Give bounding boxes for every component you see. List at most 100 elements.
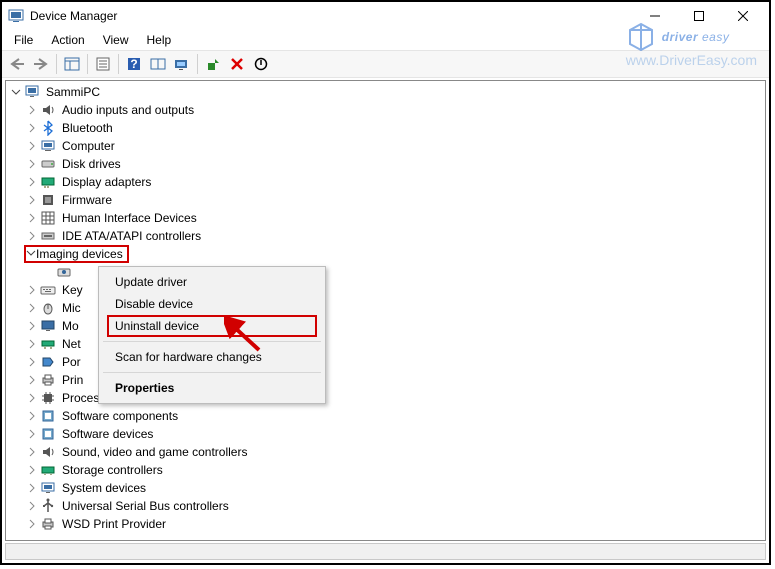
- tree-node-system[interactable]: System devices: [8, 479, 765, 497]
- tree-node-ide[interactable]: IDE ATA/ATAPI controllers: [8, 227, 765, 245]
- maximize-button[interactable]: [677, 2, 721, 30]
- tree-node-audio[interactable]: Audio inputs and outputs: [8, 101, 765, 119]
- tree-label: WSD Print Provider: [60, 517, 168, 531]
- mouse-icon: [40, 300, 56, 316]
- context-menu-label: Uninstall device: [115, 319, 199, 333]
- chevron-right-icon[interactable]: [24, 372, 40, 388]
- tree-node-firmware[interactable]: Firmware: [8, 191, 765, 209]
- tree-root-label: SammiPC: [44, 85, 102, 99]
- computer-icon: [40, 138, 56, 154]
- tree-node-imaging[interactable]: Imaging devices: [8, 245, 765, 263]
- context-menu-uninstall-device[interactable]: Uninstall device: [107, 315, 317, 337]
- toolbar-separator: [56, 54, 57, 74]
- tree-node-sound[interactable]: Sound, video and game controllers: [8, 443, 765, 461]
- toolbar-separator: [197, 54, 198, 74]
- chevron-right-icon[interactable]: [24, 228, 40, 244]
- chevron-down-icon[interactable]: [8, 84, 24, 100]
- chevron-right-icon[interactable]: [24, 120, 40, 136]
- chevron-right-icon[interactable]: [24, 138, 40, 154]
- tree-label: Firmware: [60, 193, 114, 207]
- chevron-right-icon[interactable]: [24, 462, 40, 478]
- ide-icon: [40, 228, 56, 244]
- software-device-icon: [40, 426, 56, 442]
- tree-label: System devices: [60, 481, 148, 495]
- close-button[interactable]: [721, 2, 765, 30]
- chevron-right-icon[interactable]: [24, 156, 40, 172]
- menubar: File Action View Help: [2, 30, 769, 50]
- tree-node-computer[interactable]: Computer: [8, 137, 765, 155]
- tree-label: Prin: [60, 373, 85, 387]
- chevron-right-icon[interactable]: [24, 408, 40, 424]
- chevron-right-icon[interactable]: [24, 516, 40, 532]
- help-button[interactable]: ?: [123, 53, 145, 75]
- context-menu-label: Update driver: [115, 275, 187, 289]
- printer-icon: [40, 372, 56, 388]
- chevron-right-icon[interactable]: [24, 390, 40, 406]
- chevron-right-icon[interactable]: [24, 102, 40, 118]
- tree-label: Computer: [60, 139, 117, 153]
- processor-icon: [40, 390, 56, 406]
- chevron-right-icon[interactable]: [24, 210, 40, 226]
- back-button[interactable]: [6, 53, 28, 75]
- audio-icon: [40, 102, 56, 118]
- tree-node-usb[interactable]: Universal Serial Bus controllers: [8, 497, 765, 515]
- tree-label: Audio inputs and outputs: [60, 103, 196, 117]
- disable-button[interactable]: [250, 53, 272, 75]
- firmware-icon: [40, 192, 56, 208]
- tree-node-swcomp[interactable]: Software components: [8, 407, 765, 425]
- tree-label: IDE ATA/ATAPI controllers: [60, 229, 203, 243]
- context-menu-disable-device[interactable]: Disable device: [101, 293, 323, 315]
- context-menu-properties[interactable]: Properties: [101, 377, 323, 399]
- context-menu-update-driver[interactable]: Update driver: [101, 271, 323, 293]
- tree-node-swdev[interactable]: Software devices: [8, 425, 765, 443]
- monitor-icon: [40, 318, 56, 334]
- tree-node-storage[interactable]: Storage controllers: [8, 461, 765, 479]
- software-component-icon: [40, 408, 56, 424]
- chevron-down-icon[interactable]: [26, 247, 36, 261]
- storage-icon: [40, 462, 56, 478]
- context-menu-scan-hardware[interactable]: Scan for hardware changes: [101, 346, 323, 368]
- chevron-right-icon[interactable]: [24, 444, 40, 460]
- tree-node-hid[interactable]: Human Interface Devices: [8, 209, 765, 227]
- network-icon: [40, 336, 56, 352]
- status-bar: [5, 543, 766, 560]
- context-menu-label: Properties: [115, 381, 174, 395]
- chevron-right-icon[interactable]: [24, 318, 40, 334]
- menu-help[interactable]: Help: [139, 31, 180, 49]
- printer-icon: [40, 516, 56, 532]
- tree-node-wsd[interactable]: WSD Print Provider: [8, 515, 765, 533]
- tree-node-bluetooth[interactable]: Bluetooth: [8, 119, 765, 137]
- chevron-right-icon[interactable]: [24, 192, 40, 208]
- chevron-right-icon[interactable]: [24, 354, 40, 370]
- tree-label: Disk drives: [60, 157, 123, 171]
- context-menu-separator: [103, 372, 321, 373]
- update-driver-button[interactable]: [202, 53, 224, 75]
- bluetooth-icon: [40, 120, 56, 136]
- chevron-right-icon[interactable]: [24, 498, 40, 514]
- menu-view[interactable]: View: [95, 31, 137, 49]
- chevron-right-icon[interactable]: [24, 282, 40, 298]
- menu-action[interactable]: Action: [43, 31, 92, 49]
- menu-file[interactable]: File: [6, 31, 41, 49]
- scan-hardware-button[interactable]: [171, 53, 193, 75]
- chevron-right-icon[interactable]: [24, 300, 40, 316]
- titlebar: Device Manager: [2, 2, 769, 30]
- tree-node-disk[interactable]: Disk drives: [8, 155, 765, 173]
- tree-root[interactable]: SammiPC: [8, 83, 765, 101]
- chevron-right-icon[interactable]: [24, 426, 40, 442]
- uninstall-button[interactable]: [226, 53, 248, 75]
- sound-icon: [40, 444, 56, 460]
- chevron-right-icon[interactable]: [24, 174, 40, 190]
- properties-button[interactable]: [92, 53, 114, 75]
- tree-node-display[interactable]: Display adapters: [8, 173, 765, 191]
- svg-text:?: ?: [130, 57, 137, 71]
- chevron-right-icon[interactable]: [24, 480, 40, 496]
- system-icon: [40, 480, 56, 496]
- show-hide-tree-button[interactable]: [61, 53, 83, 75]
- tree-label: Universal Serial Bus controllers: [60, 499, 231, 513]
- tree-label: Storage controllers: [60, 463, 165, 477]
- action-center-button[interactable]: [147, 53, 169, 75]
- minimize-button[interactable]: [633, 2, 677, 30]
- chevron-right-icon[interactable]: [24, 336, 40, 352]
- forward-button[interactable]: [30, 53, 52, 75]
